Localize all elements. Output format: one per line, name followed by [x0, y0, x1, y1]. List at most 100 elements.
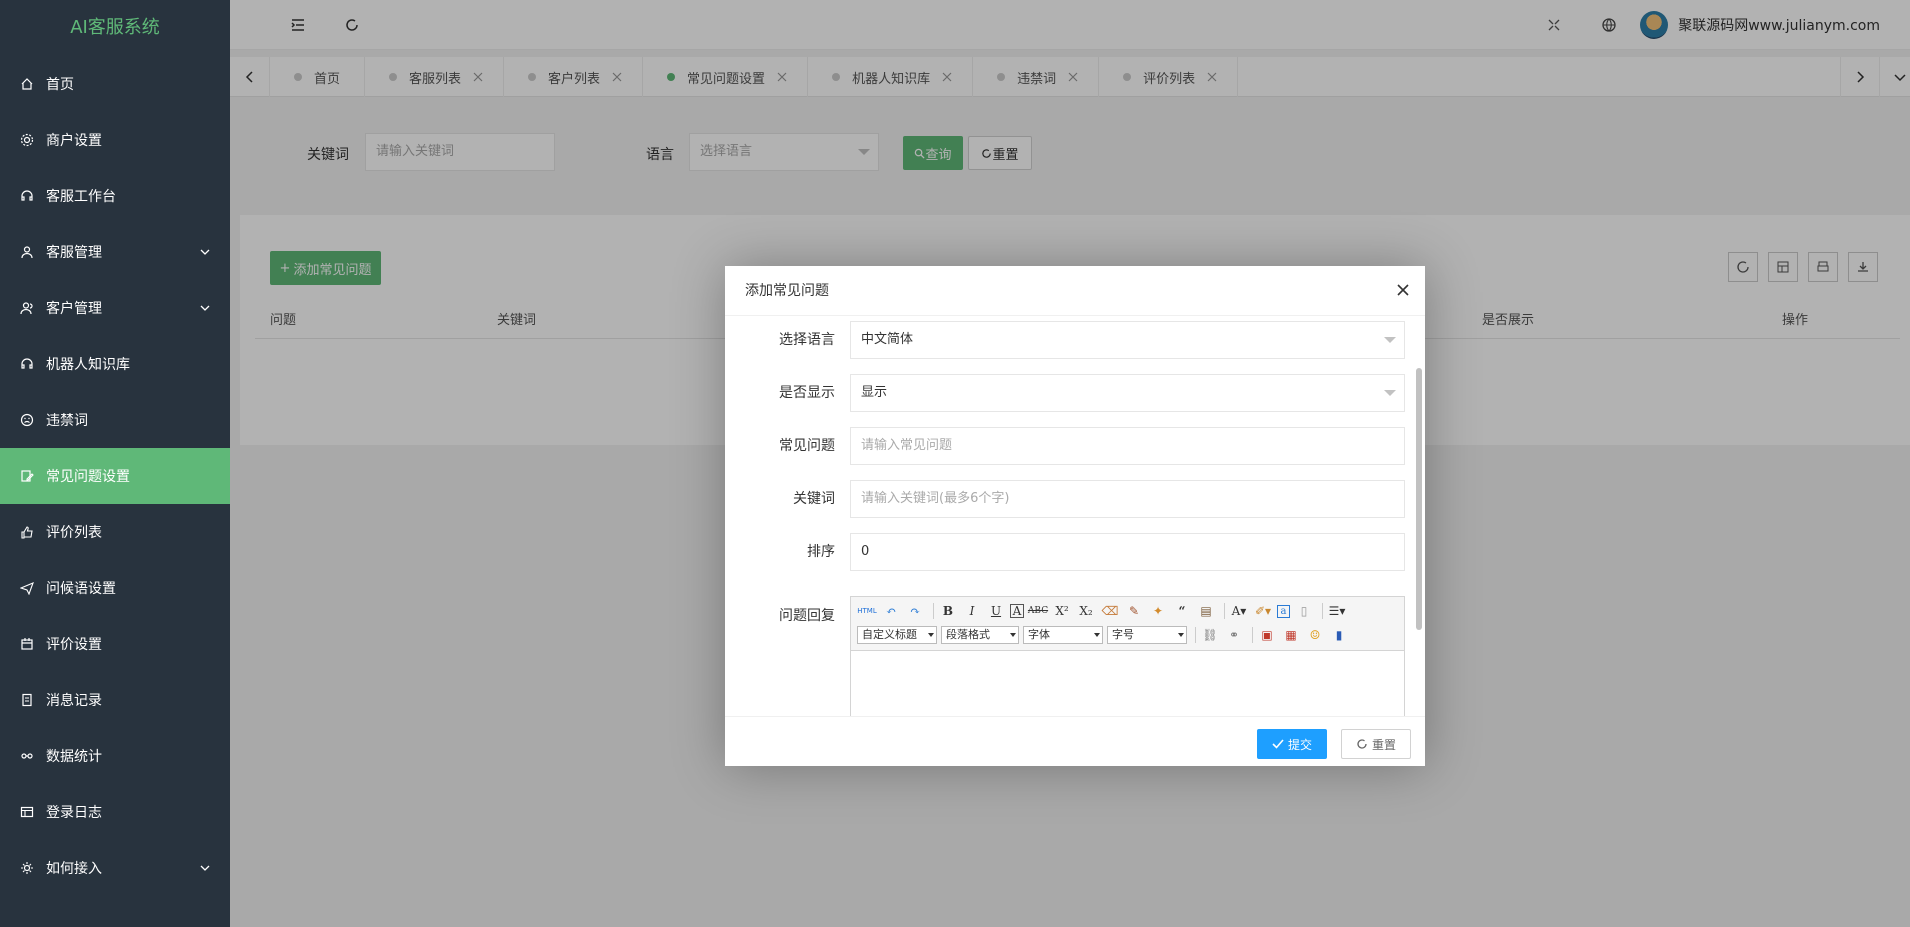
check-icon: [1272, 739, 1284, 749]
paste-plain-icon[interactable]: ▤: [1196, 601, 1216, 621]
sidebar-item-headset[interactable]: 客服工作台: [0, 168, 230, 224]
sidebar-item-thumbs-up[interactable]: 评价列表: [0, 504, 230, 560]
send-icon: [20, 581, 34, 595]
multi-image-icon[interactable]: ▦: [1281, 625, 1301, 645]
chevron-down-icon: [200, 249, 210, 255]
superscript-icon[interactable]: X²: [1052, 601, 1072, 621]
toolbar-separator: [933, 603, 934, 619]
unlink-icon[interactable]: ⚭: [1224, 625, 1244, 645]
user-icon: [20, 245, 34, 259]
bold-icon[interactable]: B: [938, 601, 958, 621]
toolbar-separator: [1224, 603, 1225, 619]
sidebar-item-users[interactable]: 客户管理: [0, 280, 230, 336]
font-border-icon[interactable]: A: [1010, 604, 1024, 618]
sidebar-item-label: 登录日志: [46, 805, 102, 821]
undo-icon[interactable]: ↶: [881, 601, 901, 621]
sidebar-item-label: 常见问题设置: [46, 469, 130, 485]
sidebar-menu: 首页商户设置客服工作台客服管理客户管理机器人知识库违禁词常见问题设置评价列表问候…: [0, 56, 230, 896]
eraser-icon[interactable]: ⌫: [1100, 601, 1120, 621]
close-icon[interactable]: [1395, 282, 1411, 298]
language-field-select[interactable]: 中文简体: [850, 321, 1405, 359]
toolbar-separator: [1252, 627, 1253, 643]
reply-field-label: 问题回复: [779, 608, 835, 624]
chart-icon: [20, 749, 34, 763]
sidebar-item-document[interactable]: 消息记录: [0, 672, 230, 728]
face-icon: [20, 413, 34, 427]
subscript-icon[interactable]: X₂: [1076, 601, 1096, 621]
redo-icon[interactable]: ↷: [905, 601, 925, 621]
sidebar-item-label: 数据统计: [46, 749, 102, 765]
chevron-down-icon: [200, 865, 210, 871]
sidebar-item-home[interactable]: 首页: [0, 56, 230, 112]
app-logo-title: AI客服系统: [70, 17, 160, 38]
magic-wand-icon[interactable]: ✦: [1148, 601, 1168, 621]
sort-input[interactable]: 0: [850, 533, 1405, 571]
sidebar-item-user[interactable]: 客服管理: [0, 224, 230, 280]
dialog-footer: 提交 重置: [725, 716, 1425, 766]
clear-doc-icon[interactable]: ▯: [1294, 601, 1314, 621]
sidebar-item-plug[interactable]: 如何接入: [0, 840, 230, 896]
toolbar-separator: [1322, 603, 1323, 619]
home-icon: [20, 77, 34, 91]
dialog-reset-button[interactable]: 重置: [1341, 729, 1411, 759]
show-field-value: 显示: [861, 385, 888, 400]
font-family-select[interactable]: 字体: [1023, 626, 1103, 644]
refresh-icon: [1357, 739, 1367, 749]
show-field-select[interactable]: 显示: [850, 374, 1405, 412]
link-icon[interactable]: ⛓: [1200, 625, 1220, 645]
editor-toolbar: HTML ↶ ↷ B I U A ABC X² X₂ ⌫ ✎ ✦ “ ▤ A▾ …: [851, 597, 1404, 651]
italic-icon[interactable]: I: [962, 601, 982, 621]
language-field-value: 中文简体: [861, 332, 914, 347]
sidebar-item-label: 首页: [46, 77, 74, 93]
highlight-icon[interactable]: ✐▾: [1253, 601, 1273, 621]
sidebar-item-label: 客服管理: [46, 245, 102, 261]
paragraph-format-select[interactable]: 段落格式: [941, 626, 1019, 644]
dialog-scrollbar[interactable]: [1416, 368, 1422, 630]
strikethrough-icon[interactable]: ABC: [1028, 601, 1048, 621]
sidebar-item-calendar[interactable]: 评价设置: [0, 616, 230, 672]
sidebar-item-label: 机器人知识库: [46, 357, 130, 373]
chevron-down-icon: [200, 305, 210, 311]
headset-icon: [20, 189, 34, 203]
keyword-input[interactable]: 请输入关键词(最多6个字): [850, 480, 1405, 518]
question-input[interactable]: 请输入常见问题: [850, 427, 1405, 465]
sidebar-item-label: 客服工作台: [46, 189, 116, 205]
users-icon: [20, 301, 34, 315]
emoji-icon[interactable]: ☺: [1305, 625, 1325, 645]
document-icon: [20, 693, 34, 707]
sidebar-item-label: 商户设置: [46, 133, 102, 149]
heading-select[interactable]: 自定义标题: [857, 626, 937, 644]
sidebar-item-edit[interactable]: 常见问题设置: [0, 448, 230, 504]
blockquote-icon[interactable]: “: [1172, 601, 1192, 621]
chevron-down-icon: [1384, 337, 1396, 343]
sidebar-item-log[interactable]: 登录日志: [0, 784, 230, 840]
line-height-icon[interactable]: ☰▾: [1327, 601, 1347, 621]
editor-content-area[interactable]: [851, 651, 1404, 716]
sidebar-item-label: 评价设置: [46, 637, 102, 653]
sort-field-label: 排序: [807, 544, 835, 560]
sidebar-item-send[interactable]: 问候语设置: [0, 560, 230, 616]
font-size-select[interactable]: 字号: [1107, 626, 1187, 644]
dialog-body: 选择语言 中文简体 是否显示 显示 常见问题 请输入常见问题 关键词 请输入关键…: [725, 316, 1425, 716]
gear-icon: [20, 133, 34, 147]
toolbar-separator: [1195, 627, 1196, 643]
image-icon[interactable]: ▣: [1257, 625, 1277, 645]
video-icon[interactable]: ▮: [1329, 625, 1349, 645]
chevron-down-icon: [1384, 390, 1396, 396]
select-all-icon[interactable]: a: [1277, 604, 1290, 618]
sidebar-item-robot[interactable]: 机器人知识库: [0, 336, 230, 392]
format-brush-icon[interactable]: ✎: [1124, 601, 1144, 621]
html-source-icon[interactable]: HTML: [857, 601, 877, 621]
sidebar-item-chart[interactable]: 数据统计: [0, 728, 230, 784]
sidebar-item-gear[interactable]: 商户设置: [0, 112, 230, 168]
edit-icon: [20, 469, 34, 483]
submit-button[interactable]: 提交: [1257, 729, 1327, 759]
sidebar: AI客服系统 首页商户设置客服工作台客服管理客户管理机器人知识库违禁词常见问题设…: [0, 0, 230, 927]
sidebar-item-label: 问候语设置: [46, 581, 116, 597]
rich-text-editor: HTML ↶ ↷ B I U A ABC X² X₂ ⌫ ✎ ✦ “ ▤ A▾ …: [850, 596, 1405, 716]
underline-icon[interactable]: U: [986, 601, 1006, 621]
log-icon: [20, 805, 34, 819]
calendar-icon: [20, 637, 34, 651]
font-color-icon[interactable]: A▾: [1229, 601, 1249, 621]
sidebar-item-face[interactable]: 违禁词: [0, 392, 230, 448]
